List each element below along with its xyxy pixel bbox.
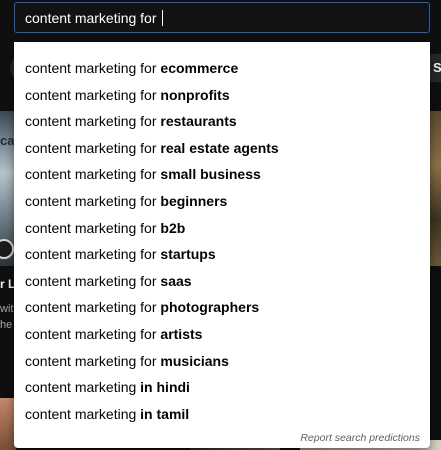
suggestion-item[interactable]: content marketing in hindi bbox=[14, 374, 430, 401]
suggestion-completion: artists bbox=[160, 325, 203, 342]
suggestion-prefix: content marketing for bbox=[25, 139, 161, 156]
suggestion-completion: in hindi bbox=[140, 379, 190, 396]
suggestion-item[interactable]: content marketing for startups bbox=[14, 241, 430, 268]
suggestion-completion: beginners bbox=[160, 192, 228, 209]
suggestion-prefix: content marketing for bbox=[25, 299, 161, 316]
suggestion-completion: b2b bbox=[160, 219, 186, 236]
text-caret bbox=[162, 9, 164, 26]
suggestion-item[interactable]: content marketing in tamil bbox=[14, 401, 430, 428]
suggestion-completion: nonprofits bbox=[160, 86, 230, 103]
suggestion-completion: real estate agents bbox=[160, 139, 279, 156]
suggestion-prefix: content marketing for bbox=[25, 352, 161, 369]
suggestion-item[interactable]: content marketing for b2b bbox=[14, 215, 430, 242]
suggestion-item[interactable]: content marketing for real estate agents bbox=[14, 135, 430, 162]
suggestion-prefix: content marketing for bbox=[25, 166, 161, 183]
suggestion-completion: restaurants bbox=[160, 113, 237, 130]
suggestion-prefix: content marketing for bbox=[25, 86, 161, 103]
suggestion-completion: in tamil bbox=[140, 405, 190, 422]
video-meta-fragment: wit bbox=[0, 303, 14, 315]
suggestion-item[interactable]: content marketing for saas bbox=[14, 268, 430, 295]
suggestion-prefix: content marketing bbox=[25, 379, 141, 396]
report-search-predictions-link[interactable]: Report search predictions bbox=[300, 432, 420, 444]
channel-avatar-icon[interactable] bbox=[0, 239, 14, 259]
suggestion-list: content marketing for ecommerce content m… bbox=[14, 55, 430, 427]
suggestion-item[interactable]: content marketing for beginners bbox=[14, 188, 430, 215]
suggestion-completion: photographers bbox=[160, 299, 260, 316]
suggestion-completion: startups bbox=[160, 246, 216, 263]
suggestion-item[interactable]: content marketing for ecommerce bbox=[14, 55, 430, 82]
suggestion-prefix: content marketing bbox=[25, 405, 141, 422]
suggestion-completion: saas bbox=[160, 272, 192, 289]
suggestion-item[interactable]: content marketing for restaurants bbox=[14, 108, 430, 135]
suggestion-item[interactable]: content marketing for small business bbox=[14, 161, 430, 188]
suggestion-prefix: content marketing for bbox=[25, 60, 161, 76]
suggestion-prefix: content marketing for bbox=[25, 219, 161, 236]
suggestion-prefix: content marketing for bbox=[25, 113, 161, 130]
suggestion-completion: ecommerce bbox=[160, 60, 239, 76]
search-suggestions-dropdown: content marketing for ecommerce content m… bbox=[14, 42, 430, 448]
suggestion-prefix: content marketing for bbox=[25, 272, 161, 289]
search-input-value: content marketing for bbox=[25, 9, 161, 26]
suggestion-item[interactable]: content marketing for musicians bbox=[14, 348, 430, 375]
top-bar: content marketing for bbox=[0, 0, 441, 40]
suggestion-item[interactable]: content marketing for photographers bbox=[14, 294, 430, 321]
suggestion-prefix: content marketing for bbox=[25, 325, 161, 342]
suggestion-prefix: content marketing for bbox=[25, 192, 161, 209]
thumbnail-text-fragment: ca bbox=[0, 133, 15, 148]
filter-chip-label: S bbox=[433, 60, 441, 75]
suggestion-prefix: content marketing for bbox=[25, 246, 161, 263]
suggestion-item[interactable]: content marketing for nonprofits bbox=[14, 82, 430, 109]
suggestion-completion: musicians bbox=[160, 352, 229, 369]
suggestion-completion: small business bbox=[160, 166, 261, 183]
search-input[interactable]: content marketing for bbox=[14, 2, 430, 33]
suggestion-item[interactable]: content marketing for artists bbox=[14, 321, 430, 348]
